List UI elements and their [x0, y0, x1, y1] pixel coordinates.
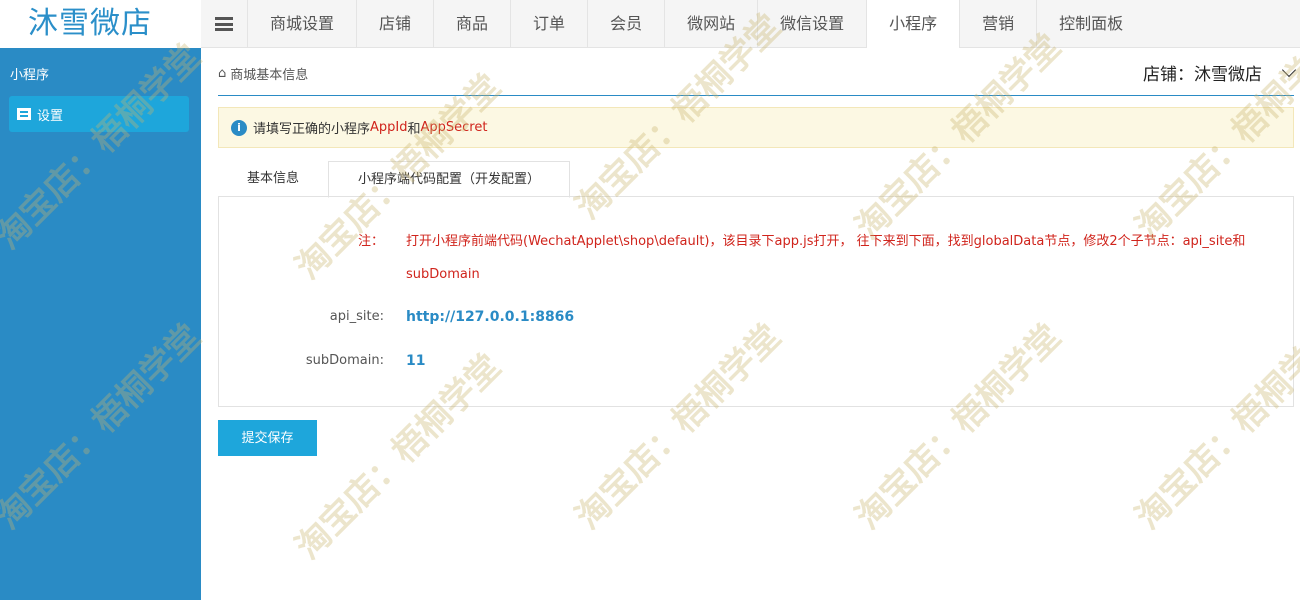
- home-icon[interactable]: ⌂: [218, 66, 226, 81]
- nav-item-members[interactable]: 会员: [587, 0, 664, 48]
- tab-basic-info[interactable]: 基本信息: [218, 161, 328, 197]
- info-icon: i: [231, 119, 247, 136]
- api-site-row: api_site: http://127.0.0.1:8866: [219, 309, 1295, 325]
- breadcrumb: ⌂ 商城基本信息: [218, 64, 308, 83]
- shop-selector-value: 沐雪微店: [1194, 65, 1262, 85]
- sidebar: 小程序 设置: [0, 48, 201, 600]
- nav-item-orders[interactable]: 订单: [510, 0, 587, 48]
- list-icon: [17, 108, 31, 120]
- subdomain-value: 11: [406, 353, 426, 369]
- shop-selector-label: 店铺：: [1143, 65, 1194, 85]
- top-nav: 商城设置 店铺 商品 订单 会员 微网站 微信设置 小程序 营销 控制面板: [247, 0, 1145, 48]
- top-bar: 沐雪微店 商城设置 店铺 商品 订单 会员 微网站 微信设置 小程序 营销 控制…: [0, 0, 1300, 48]
- tab-miniprogram-code-config[interactable]: 小程序端代码配置（开发配置）: [328, 161, 571, 198]
- nav-item-dashboard[interactable]: 控制面板: [1036, 0, 1145, 48]
- info-alert: i 请填写正确的小程序 AppId 和 AppSecret: [218, 107, 1294, 148]
- breadcrumb-label: 商城基本信息: [230, 68, 309, 83]
- hamburger-icon: [215, 17, 233, 31]
- submit-save-button[interactable]: 提交保存: [218, 420, 317, 456]
- sidebar-item-label: 设置: [37, 108, 64, 124]
- nav-item-shop[interactable]: 店铺: [356, 0, 433, 48]
- logo: 沐雪微店: [0, 0, 201, 48]
- alert-appsecret: AppSecret: [420, 120, 488, 135]
- nav-item-miniprogram[interactable]: 小程序: [866, 0, 960, 48]
- menu-toggle-button[interactable]: [201, 0, 247, 48]
- alert-appid: AppId: [370, 120, 408, 135]
- api-site-value: http://127.0.0.1:8866: [406, 309, 575, 325]
- note-text: 打开小程序前端代码(WechatApplet\shop\default)，该目录…: [406, 234, 1246, 282]
- sidebar-title: 小程序: [10, 68, 50, 83]
- nav-item-microsite[interactable]: 微网站: [664, 0, 757, 48]
- chevron-down-icon[interactable]: [1281, 62, 1297, 77]
- nav-item-mall-settings[interactable]: 商城设置: [247, 0, 356, 48]
- tab-bar: 基本信息 小程序端代码配置（开发配置）: [218, 161, 571, 198]
- alert-and: 和: [407, 122, 421, 137]
- nav-item-wechat-settings[interactable]: 微信设置: [757, 0, 866, 48]
- alert-prefix: 请填写正确的小程序: [253, 122, 371, 137]
- nav-item-products[interactable]: 商品: [433, 0, 510, 48]
- sidebar-item-settings[interactable]: 设置: [9, 96, 189, 132]
- shop-selector[interactable]: 店铺： 沐雪微店: [1143, 60, 1297, 85]
- config-panel: 注： 打开小程序前端代码(WechatApplet\shop\default)，…: [218, 196, 1294, 407]
- subdomain-label: subDomain:: [305, 353, 384, 368]
- nav-item-marketing[interactable]: 营销: [959, 0, 1036, 48]
- note-row: 注： 打开小程序前端代码(WechatApplet\shop\default)，…: [219, 225, 1295, 291]
- api-site-label: api_site:: [329, 309, 384, 324]
- header-divider: [218, 95, 1294, 96]
- subdomain-row: subDomain: 11: [219, 353, 1295, 369]
- note-label: 注：: [357, 234, 384, 249]
